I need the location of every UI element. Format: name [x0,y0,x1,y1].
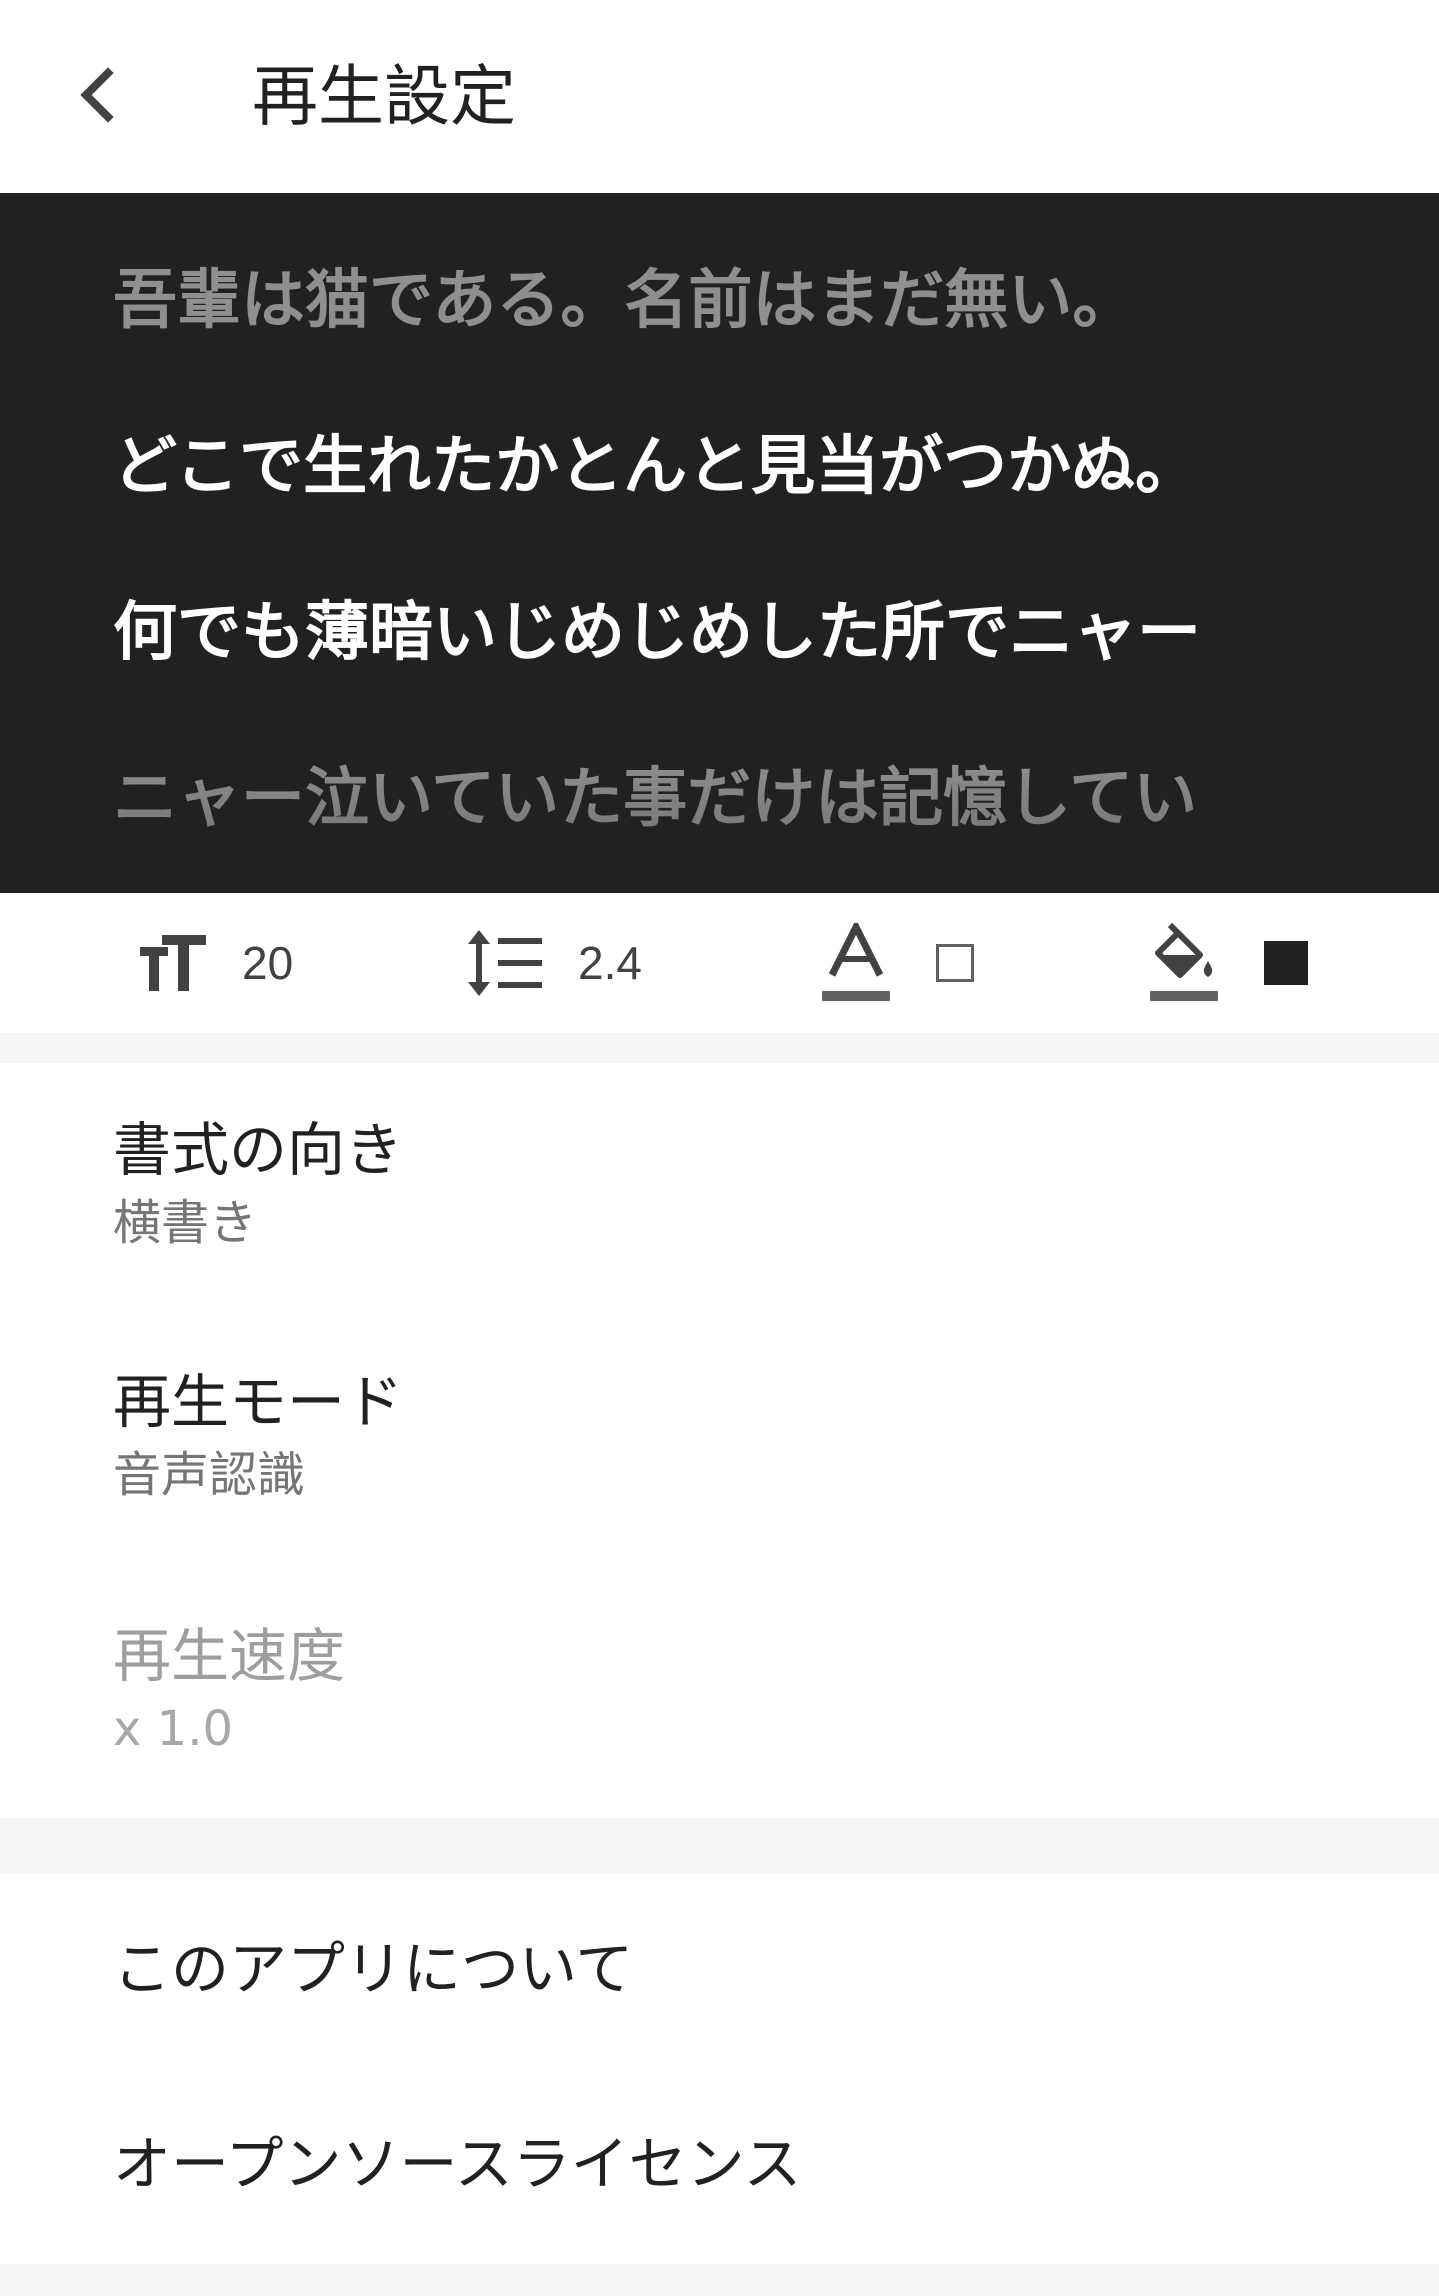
preview-line: ニャー泣いていた事だけは記憶してい [113,762,1198,836]
format-toolbar: 20 2.4 [0,893,1439,1033]
preview-line: 何でも薄暗いじめじめした所でニャー [113,596,1201,670]
orientation-title: 書式の向き [113,1116,404,1184]
playback-speed-setting: 再生速度 x 1.0 [0,1567,1439,1818]
playback-mode-setting[interactable]: 再生モード 音声認識 [0,1315,1439,1567]
playback-mode-title: 再生モード [113,1368,404,1436]
page-title: 再生設定 [252,58,516,135]
about-section: このアプリについて オープンソースライセンス [0,1874,1439,2264]
section-divider [0,1818,1439,1874]
section-divider [0,2264,1439,2296]
text-preview: 吾輩は猫である。名前はまだ無い。 どこで生れたかとんと見当がつかぬ。 何でも薄暗… [0,193,1439,893]
playback-settings-section: 書式の向き 横書き 再生モード 音声認識 再生速度 x 1.0 [0,1063,1439,1818]
line-spacing-value: 2.4 [578,937,642,989]
text-color-swatch [936,944,974,982]
about-app-item[interactable]: このアプリについて [0,1874,1439,2069]
format-color-text-icon [822,923,890,1001]
line-spacing-button[interactable]: 2.4 [466,893,642,1033]
about-app-label: このアプリについて [113,1935,634,2003]
format-size-icon [140,935,206,991]
format-line-spacing-icon [468,930,542,996]
background-color-button[interactable] [1148,893,1308,1033]
font-size-value: 20 [242,937,294,989]
open-source-licenses-label: オープンソースライセンス [113,2130,802,2198]
playback-speed-summary: x 1.0 [113,1701,233,1757]
background-color-swatch [1264,941,1308,985]
playback-mode-summary: 音声認識 [113,1447,306,1503]
text-color-button[interactable] [820,893,974,1033]
arrow-back-icon [80,67,114,123]
preview-line: 吾輩は猫である。名前はまだ無い。 [113,264,1137,338]
back-button[interactable] [60,55,140,135]
orientation-setting[interactable]: 書式の向き 横書き [0,1063,1439,1315]
playback-speed-title: 再生速度 [113,1622,346,1690]
app-bar: 再生設定 [0,0,1439,193]
open-source-licenses-item[interactable]: オープンソースライセンス [0,2069,1439,2264]
section-divider [0,1033,1439,1063]
font-size-button[interactable]: 20 [138,893,293,1033]
format-color-fill-icon [1150,923,1218,1001]
orientation-summary: 横書き [113,1195,258,1251]
preview-line: どこで生れたかとんと見当がつかぬ。 [113,430,1200,504]
